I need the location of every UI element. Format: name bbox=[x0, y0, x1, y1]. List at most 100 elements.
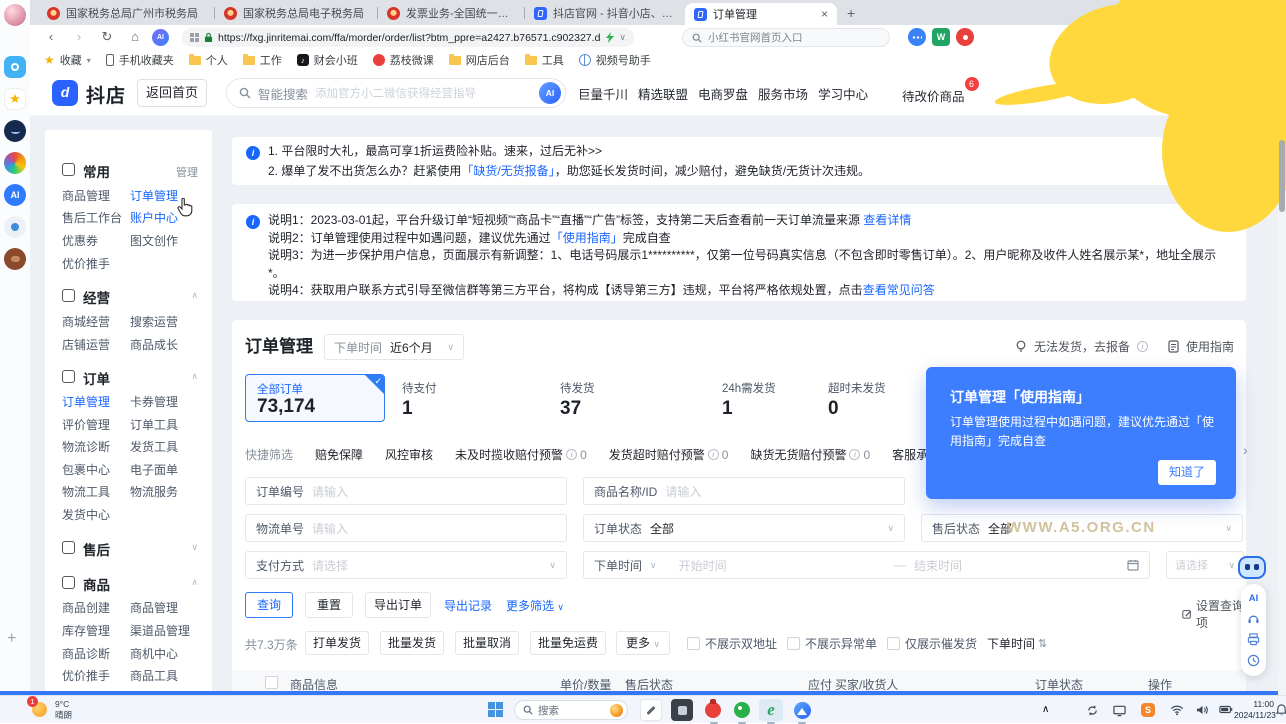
bookmark-shop-admin[interactable]: 网店后台 bbox=[449, 52, 510, 68]
collapse-icon[interactable]: ∧ bbox=[191, 577, 198, 588]
sidebar-item[interactable]: 账户中心 bbox=[130, 209, 178, 226]
bookmark-lizhi[interactable]: 荔枝微课 bbox=[373, 52, 434, 68]
checkbox[interactable] bbox=[887, 637, 900, 650]
order-no-field[interactable]: 订单编号请输入 bbox=[245, 477, 567, 505]
taskbar-app-files[interactable] bbox=[671, 699, 693, 721]
info-icon[interactable]: i bbox=[1137, 341, 1148, 352]
dock-app-icon-4[interactable] bbox=[4, 216, 26, 238]
usage-guide-link[interactable]: 「使用指南」 bbox=[551, 231, 623, 245]
dock-app-icon-2[interactable] bbox=[4, 120, 26, 142]
batch-ship-button[interactable]: 批量发货 bbox=[380, 631, 444, 655]
nav-xuexi[interactable]: 学习中心 bbox=[818, 84, 868, 103]
batch-cancel-button[interactable]: 批量取消 bbox=[455, 631, 519, 655]
sidebar-item[interactable]: 订单工具 bbox=[130, 416, 178, 433]
sidebar-item[interactable]: 商品诊断 bbox=[62, 645, 110, 662]
stat-pending-pay[interactable]: 待支付1 bbox=[402, 380, 437, 420]
sidebar-item-active[interactable]: 订单管理 bbox=[62, 393, 110, 410]
export-orders-button[interactable]: 导出订单 bbox=[365, 592, 431, 618]
sidebar-item[interactable]: 发货中心 bbox=[62, 506, 110, 523]
sidebar-item[interactable]: 包裹中心 bbox=[62, 461, 110, 478]
nav-fuwu[interactable]: 服务市场 bbox=[758, 84, 808, 103]
end-time-placeholder[interactable]: 结束时间 bbox=[914, 557, 962, 574]
bookmark-mobile[interactable]: 手机收藏夹 bbox=[106, 52, 174, 68]
dock-ai-icon[interactable]: AI bbox=[4, 184, 26, 206]
taskbar-app-browser-active[interactable]: e bbox=[759, 699, 783, 721]
taskbar-search[interactable]: 搜索 bbox=[514, 700, 628, 720]
stat-all-orders[interactable]: 全部订单 73,174 ✓ bbox=[245, 374, 385, 422]
sidebar-item[interactable]: 商品创建 bbox=[62, 599, 110, 616]
quick-filter-item[interactable]: 发货超时赔付预警i0 bbox=[609, 446, 729, 463]
popup-ok-button[interactable]: 知道了 bbox=[1158, 460, 1216, 485]
sidebar-item[interactable]: 物流服务 bbox=[130, 483, 178, 500]
show-urged-checkbox[interactable]: 仅展示催发货 bbox=[887, 635, 977, 652]
back-icon[interactable]: ‹ bbox=[40, 26, 62, 48]
bookmark-tools[interactable]: 工具 bbox=[525, 52, 564, 68]
reset-button[interactable]: 重置 bbox=[305, 592, 353, 618]
expand-icon[interactable]: ∨ bbox=[191, 542, 198, 553]
clock-icon[interactable] bbox=[1247, 654, 1260, 667]
volume-icon[interactable] bbox=[1196, 704, 1209, 716]
checkbox[interactable] bbox=[787, 637, 800, 650]
sidebar-item[interactable]: 发货工具 bbox=[130, 438, 178, 455]
sidebar-item[interactable]: 商品成长 bbox=[130, 336, 178, 353]
print-ship-button[interactable]: 打单发货 bbox=[305, 631, 369, 655]
query-button[interactable]: 查询 bbox=[245, 592, 293, 618]
cannot-ship-report-link[interactable]: 无法发货，去报备 bbox=[1034, 338, 1130, 355]
sidebar-item[interactable]: 搜索运营 bbox=[130, 313, 178, 330]
notification-bell-icon[interactable] bbox=[1276, 704, 1286, 716]
sidebar-item[interactable]: 商品工具 bbox=[130, 667, 178, 684]
assistant-robot-icon[interactable] bbox=[1236, 554, 1268, 582]
sidebar-item[interactable]: 评价管理 bbox=[62, 416, 110, 433]
sidebar-item[interactable]: 优价推手 bbox=[62, 255, 110, 272]
batch-free-shipping-button[interactable]: 批量免运费 bbox=[530, 631, 606, 655]
sidebar-item[interactable]: 优惠券 bbox=[62, 232, 98, 249]
quick-filter-item[interactable]: 未及时揽收赔付预警i0 bbox=[455, 446, 587, 463]
start-time-placeholder[interactable]: 开始时间 bbox=[679, 557, 727, 574]
browser-tab-active[interactable]: 订单管理 × bbox=[685, 3, 837, 25]
quick-filter-item[interactable]: 赔免保障 bbox=[315, 446, 363, 463]
sync-icon[interactable] bbox=[1086, 704, 1099, 717]
checkbox[interactable] bbox=[687, 637, 700, 650]
new-tab-button[interactable]: + bbox=[847, 6, 855, 20]
browser-tab-3[interactable]: 发票业务-全国统一规范电子税局 bbox=[378, 1, 524, 25]
bookmark-video[interactable]: 视频号助手 bbox=[579, 52, 651, 68]
weather-icon[interactable]: 1 bbox=[30, 699, 50, 719]
bookmark-favorites[interactable]: ★收藏▾ bbox=[44, 52, 91, 68]
lightning-icon[interactable] bbox=[606, 32, 614, 43]
sidebar-item[interactable]: 渠道品管理 bbox=[130, 622, 190, 639]
dock-add-icon[interactable]: + bbox=[7, 630, 16, 648]
order-time-range-select[interactable]: 下单时间近6个月 ∨ bbox=[324, 334, 464, 360]
home-icon[interactable]: ⌂ bbox=[124, 26, 146, 48]
smart-search-box[interactable]: 智能搜索 添加官方小二微信获得经营指导 AI bbox=[226, 78, 566, 108]
tracking-no-field[interactable]: 物流单号请输入 bbox=[245, 514, 567, 542]
pay-method-select[interactable]: 支付方式请选择 ∨ bbox=[245, 551, 567, 579]
product-name-field[interactable]: 商品名称/ID请输入 bbox=[583, 477, 905, 505]
usage-guide-link[interactable]: 使用指南 bbox=[1186, 338, 1234, 355]
forward-icon[interactable]: › bbox=[68, 26, 90, 48]
taskbar-app-pomegranate[interactable] bbox=[702, 699, 724, 721]
export-log-link[interactable]: 导出记录 bbox=[444, 597, 492, 614]
address-bar[interactable]: https://fxg.jinritemai.com/ffa/morder/or… bbox=[182, 28, 634, 47]
browser-tab-4[interactable]: 抖店官网 - 抖音小店、抖音电商 bbox=[525, 1, 685, 25]
wifi-icon[interactable] bbox=[1170, 704, 1184, 716]
nav-qianchuan[interactable]: 巨量千川 bbox=[578, 84, 628, 103]
bookmark-finance[interactable]: ♪财会小班 bbox=[297, 52, 358, 68]
favorites-star-icon[interactable]: ★ bbox=[4, 88, 26, 110]
dock-app-icon-5[interactable] bbox=[4, 248, 26, 270]
quick-search-box[interactable]: 小红书官网首页入口 bbox=[682, 28, 890, 47]
weather-widget[interactable]: 9°C 晴朗 bbox=[55, 699, 72, 720]
scroll-right-icon[interactable]: › bbox=[1243, 442, 1248, 458]
dock-app-icon-3[interactable] bbox=[4, 152, 26, 174]
nav-lianmeng[interactable]: 精选联盟 bbox=[638, 84, 688, 103]
ai-tool-icon[interactable]: AI bbox=[1249, 593, 1259, 604]
battery-icon[interactable] bbox=[1219, 704, 1233, 715]
nav-luopan[interactable]: 电商罗盘 bbox=[698, 84, 748, 103]
start-button[interactable] bbox=[488, 702, 503, 717]
stat-overdue[interactable]: 超时未发货0 bbox=[828, 380, 886, 420]
sidebar-item[interactable]: 物流诊断 bbox=[62, 438, 110, 455]
stat-24h-ship[interactable]: 24h需发货1 bbox=[722, 380, 776, 420]
sidebar-item[interactable]: 卡券管理 bbox=[130, 393, 178, 410]
taskbar-app-notes[interactable] bbox=[640, 699, 662, 721]
quick-filter-item[interactable]: 缺货无货赔付预警i0 bbox=[750, 446, 870, 463]
sidebar-item[interactable]: 优价推手 bbox=[62, 667, 110, 684]
